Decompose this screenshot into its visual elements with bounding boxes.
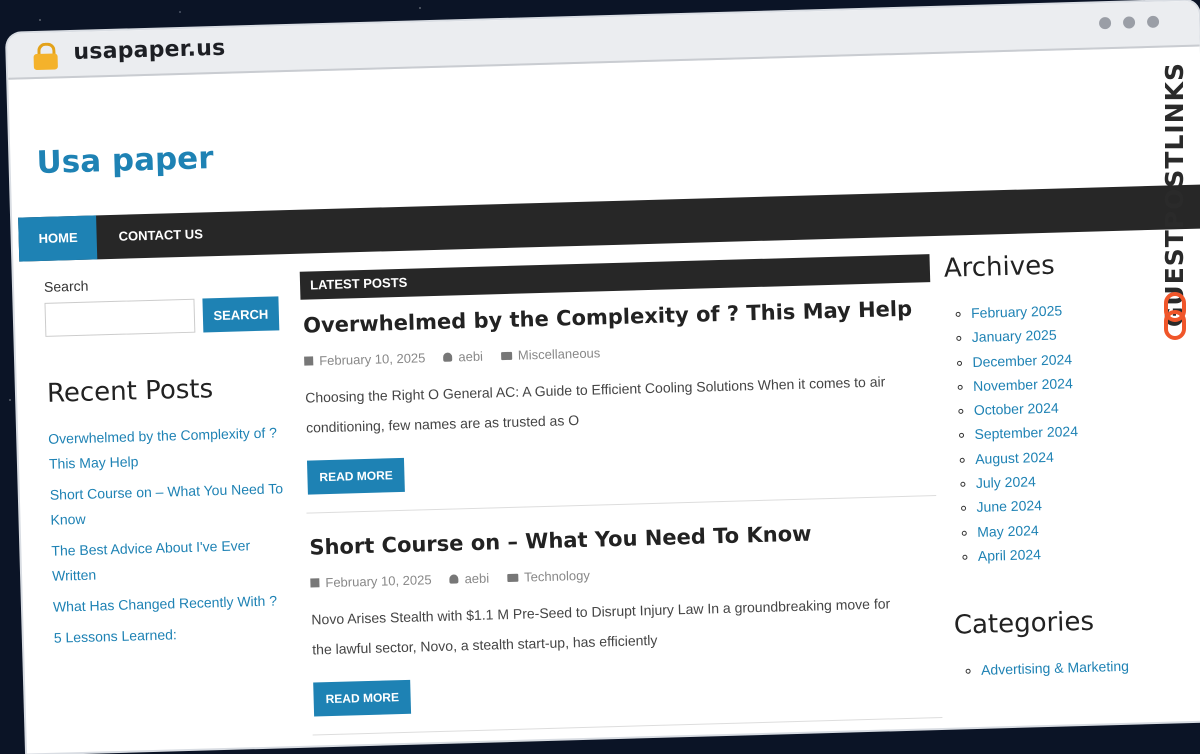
folder-icon <box>507 573 519 582</box>
recent-posts-list: Overwhelmed by the Complexity of ? This … <box>48 420 294 651</box>
post-item: Short Course on – What You Need To Know … <box>306 504 943 736</box>
nav-home[interactable]: HOME <box>18 215 98 262</box>
search-button[interactable]: SEARCH <box>202 296 280 333</box>
main-content: LATEST POSTS Overwhelmed by the Complexi… <box>299 254 943 743</box>
calendar-icon <box>310 578 320 588</box>
recent-posts-heading: Recent Posts <box>46 374 214 409</box>
site-title[interactable]: Usa paper <box>36 140 214 181</box>
post-excerpt: Choosing the Right O General AC: A Guide… <box>304 373 886 436</box>
recent-post-link[interactable]: Overwhelmed by the Complexity of ? This … <box>48 420 289 477</box>
post-meta: February 10, 2025 aebi Technology <box>310 558 938 591</box>
browser-titlebar: usapaper.us <box>6 0 1200 80</box>
post-title[interactable]: Overwhelmed by the Complexity of ? This … <box>303 296 931 338</box>
address-bar-url[interactable]: usapaper.us <box>73 36 226 65</box>
read-more-button[interactable]: READ MORE <box>306 457 406 495</box>
left-sidebar: Search SEARCH Recent Posts Overwhelmed b… <box>44 272 294 657</box>
archive-link[interactable]: April 2024 <box>978 538 1193 568</box>
post-author[interactable]: aebi <box>464 571 489 587</box>
post-item: Overwhelmed by the Complexity of ? This … <box>300 282 937 514</box>
archives-heading: Archives <box>943 250 1056 284</box>
recent-post-link[interactable]: Short Course on – What You Need To Know <box>50 476 291 533</box>
post-date[interactable]: February 10, 2025 <box>319 350 426 368</box>
calendar-icon <box>304 356 314 366</box>
window-controls <box>1098 15 1160 30</box>
post-meta: February 10, 2025 aebi Miscellaneous <box>304 336 932 369</box>
post-author[interactable]: aebi <box>458 349 483 365</box>
read-more-button[interactable]: READ MORE <box>313 679 412 717</box>
browser-scene: usapaper.us Usa paper HOME CONTACT US Se… <box>0 0 1200 754</box>
search-input[interactable] <box>44 298 196 337</box>
chain-link-icon <box>1164 292 1186 340</box>
category-link[interactable]: Advertising & Marketing <box>981 652 1196 682</box>
window-dot-icon[interactable] <box>1146 15 1160 28</box>
window-dot-icon[interactable] <box>1098 16 1112 30</box>
main-navigation: HOME CONTACT US <box>18 184 1200 262</box>
browser-window: usapaper.us Usa paper HOME CONTACT US Se… <box>6 0 1200 754</box>
archives-list: February 2025 January 2025 December 2024… <box>945 295 1192 569</box>
recent-post-link[interactable]: The Best Advice About I've Ever Written <box>51 532 292 589</box>
user-icon <box>449 574 459 584</box>
window-dot-icon[interactable] <box>1122 16 1136 29</box>
categories-list: Advertising & Marketing <box>955 652 1196 683</box>
lock-icon <box>33 42 58 71</box>
nav-contact-us[interactable]: CONTACT US <box>98 212 223 259</box>
post-excerpt: Novo Arises Stealth with $1.1 M Pre-Seed… <box>311 595 891 658</box>
recent-post-link[interactable]: 5 Lessons Learned: <box>53 619 294 651</box>
categories-heading: Categories <box>953 606 1095 641</box>
post-category[interactable]: Technology <box>524 568 590 585</box>
search-label: Search <box>43 277 89 295</box>
folder-icon <box>500 351 513 360</box>
post-category[interactable]: Miscellaneous <box>518 345 601 362</box>
post-title[interactable]: Short Course on – What You Need To Know <box>309 518 937 560</box>
post-date[interactable]: February 10, 2025 <box>325 572 432 590</box>
user-icon <box>443 352 453 362</box>
guestpostlinks-watermark: GUESTPOSTLINKS <box>1158 56 1192 356</box>
recent-post-link[interactable]: What Has Changed Recently With ? <box>53 588 294 620</box>
